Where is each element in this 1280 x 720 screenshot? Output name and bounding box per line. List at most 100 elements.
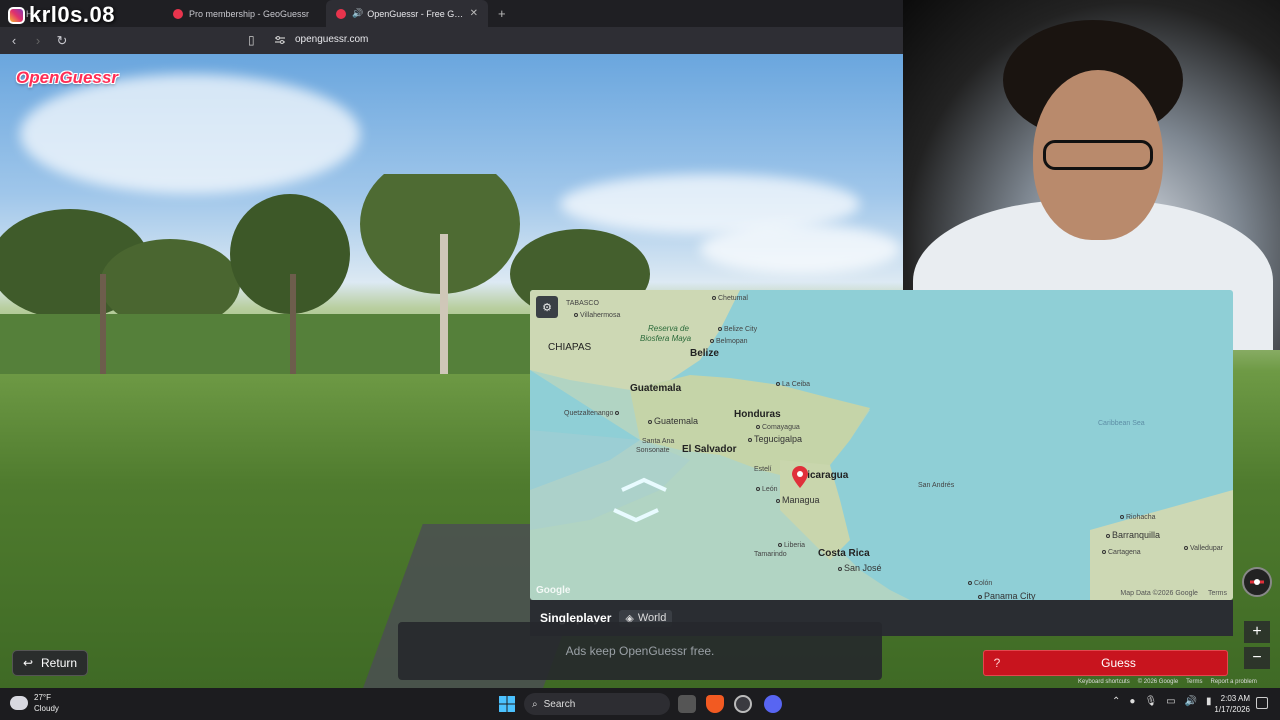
notification-icon[interactable] [1256,697,1268,709]
map-terms-link[interactable]: Terms [1208,590,1227,597]
map-label: Honduras [734,409,781,420]
map-label: TABASCO [566,300,599,307]
browser-tab-bar: H... c Pro membership - GeoGuessr 🔊 Open… [0,0,903,27]
new-tab-icon[interactable]: + [488,6,516,21]
microphone-icon[interactable]: 🎙 [1144,696,1157,707]
bookmark-icon[interactable]: ▯ [248,33,255,47]
map-label: Tamarindo [754,551,787,558]
openguessr-favicon [336,8,346,19]
tab-label: Pro membership - GeoGuessr [189,8,310,19]
return-button[interactable]: ↩ Return [12,650,88,676]
tab-geoguessr[interactable]: Pro membership - GeoGuessr [163,0,326,27]
report-problem-link[interactable]: Report a problem [1211,679,1257,685]
map-label: Guatemala [648,416,698,426]
compass-icon[interactable] [1242,567,1272,597]
map-label: Tegucigalpa [748,434,802,444]
brave-browser-icon[interactable] [706,695,724,713]
guess-marker-icon[interactable] [792,466,808,488]
map-label: Colón [968,580,992,587]
weather-widget[interactable]: 27°F Cloudy [10,692,59,714]
windows-start-icon[interactable] [498,695,516,713]
map-label: Managua [776,495,820,505]
map-label: Panama City [978,591,1036,600]
help-button[interactable]: ? [984,656,1010,670]
map-label: Riohacha [1120,514,1156,521]
weather-desc: Cloudy [34,704,59,713]
return-arrow-icon: ↩ [22,656,34,670]
map-label: Guatemala [630,383,682,394]
audio-icon[interactable]: 🔊 [352,8,363,19]
map-label: Sonsonate [636,447,670,454]
map-attribution: Map Data ©2026 Google Terms [1120,590,1227,597]
site-settings-icon[interactable] [274,34,286,46]
clock-time: 2:03 AM [1220,694,1250,703]
map-pin-icon [173,8,183,19]
keyboard-shortcuts-link[interactable]: Keyboard shortcuts [1078,679,1130,685]
guess-button[interactable]: Guess [1010,656,1227,670]
map-label: La Ceiba [776,381,810,388]
copyright-text: © 2026 Google [1137,679,1179,685]
pan-up-icon[interactable] [618,476,670,494]
openguessr-logo[interactable]: OpenGuessr [16,68,118,88]
map-label: Belize [690,348,719,359]
taskbar-clock[interactable]: 2:03 AM 1/17/2026 [1208,693,1250,715]
close-tab-icon[interactable]: ✕ [470,8,478,19]
map-label: Villahermosa [574,312,620,319]
map-label: Chetumal [712,295,748,302]
map-label: Quetzaltenango [564,410,621,417]
streamer-handle: krl0s.08 [29,2,115,27]
map-label: Reserva de [648,324,689,333]
system-tray: ⌃ ● 🎙 ▭ 🔊 ▮ [1112,696,1212,707]
task-view-icon[interactable] [678,695,696,713]
zoom-out-button[interactable]: − [1244,647,1270,669]
streamer-overlay: krl0s.08 [8,2,115,28]
map-label: San José [838,563,882,573]
guess-bar: ? Guess [983,650,1228,676]
ad-text: Ads keep OpenGuessr free. [565,644,715,658]
zoom-in-button[interactable]: + [1244,621,1270,643]
terms-link[interactable]: Terms [1186,679,1202,685]
map-label: Comayagua [756,424,800,431]
taskbar-search[interactable]: ⌕ Search [524,693,670,715]
instagram-icon [8,6,25,24]
map-label: Liberia [778,542,805,549]
windows-taskbar: 27°F Cloudy ⌕ Search ⌃ ● 🎙 ▭ 🔊 ▮ 2:03 AM… [0,688,1280,720]
map-label: Estelí [754,466,772,473]
map-label: San Andrés [918,482,955,489]
tab-label: OpenGuessr - Free GeoGuess [367,8,463,19]
pan-down-icon[interactable] [610,506,662,524]
map-label: Barranquilla [1106,530,1160,540]
chevron-up-icon[interactable]: ⌃ [1112,696,1120,707]
glasses [1043,140,1153,170]
app-icon[interactable] [734,695,752,713]
reload-icon[interactable]: ↻ [52,33,72,49]
map-label: Cartagena [1102,549,1141,556]
map-label: Costa Rica [818,548,870,559]
discord-icon[interactable] [764,695,782,713]
street-view-footer: Keyboard shortcuts © 2026 Google Terms R… [1078,679,1257,685]
address-bar: ‹ › ↻ ▯ openguessr.com [0,27,903,54]
guess-map[interactable]: ⚙ TABASCO Villahermosa Chetumal Reserva … [530,290,1233,600]
tray-app-icon[interactable]: ● [1129,696,1135,707]
network-icon[interactable]: ▭ [1166,696,1175,707]
cloud-icon [10,696,28,710]
map-data-credit: Map Data ©2026 Google [1120,590,1198,597]
forward-icon[interactable]: › [28,33,48,48]
map-settings-icon[interactable]: ⚙ [536,296,558,318]
ad-placeholder: Ads keep OpenGuessr free. [398,622,882,680]
url-text[interactable]: openguessr.com [295,34,368,45]
volume-icon[interactable]: 🔊 [1185,696,1197,707]
google-logo: Google [536,585,571,596]
map-label: Belmopan [710,338,748,345]
map-label: Caribbean Sea [1098,420,1145,427]
return-label: Return [41,656,78,670]
map-label: CHIAPAS [548,342,592,353]
map-label: Santa Ana [642,438,675,445]
weather-temp: 27°F [34,693,51,702]
map-label: Biosfera Maya [640,334,692,343]
map-label: León [756,486,778,493]
search-icon: ⌕ [532,698,538,710]
map-label: El Salvador [682,444,737,455]
back-icon[interactable]: ‹ [4,33,24,48]
tab-openguessr[interactable]: 🔊 OpenGuessr - Free GeoGuess ✕ [326,0,488,27]
